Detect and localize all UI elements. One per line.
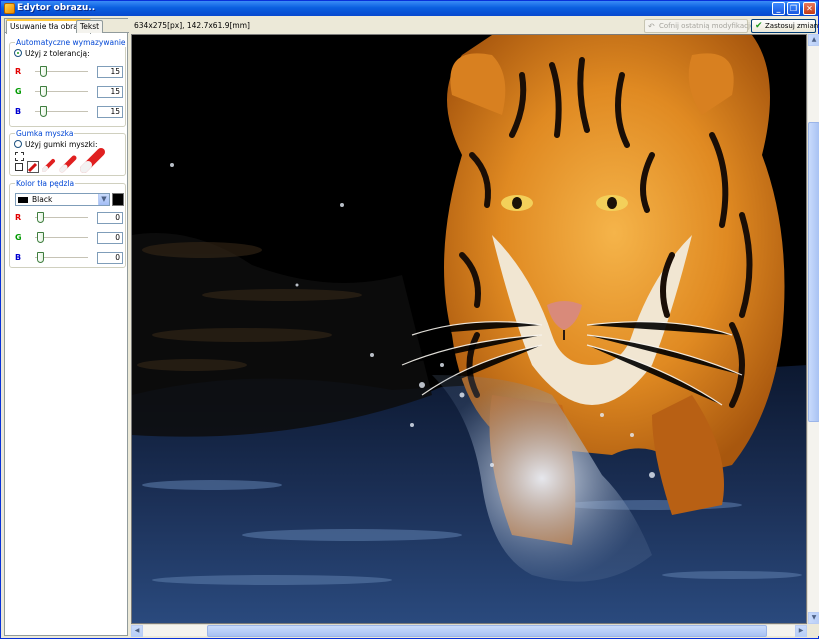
brush-g-slider[interactable] (37, 232, 44, 243)
scroll-up-icon[interactable]: ▲ (808, 34, 819, 46)
tolerance-b-input[interactable]: 15 (97, 106, 123, 118)
brush-b-slider[interactable] (37, 252, 44, 263)
tiger-image (132, 35, 806, 623)
tolerance-g-slider[interactable] (39, 86, 47, 97)
brush-channel-g-label: G (15, 233, 22, 242)
image-canvas[interactable] (131, 34, 807, 624)
undo-icon: ↶ (648, 22, 655, 31)
brush-r-input[interactable]: 0 (97, 212, 123, 224)
horizontal-scrollbar[interactable]: ◀ ▶ (131, 624, 807, 637)
title-bar[interactable]: Edytor obrazu.. _ ❐ ✕ (1, 1, 818, 16)
undo-button-label: Cofnij ostatnią modyfikację (659, 22, 755, 30)
image-size-info: 634x275[px], 142.7x61.9[mm] (134, 21, 250, 30)
brush-color-title: Kolor tła pędzla (15, 179, 76, 188)
tab-text[interactable]: Tekst (76, 20, 104, 33)
undo-button[interactable]: ↶ Cofnij ostatnią modyfikację (644, 19, 754, 33)
chevron-down-icon[interactable]: ▼ (98, 194, 109, 205)
checkmark-icon: ✔ (755, 21, 763, 31)
horizontal-scroll-thumb[interactable] (207, 625, 767, 637)
mouse-eraser-title: Gumka myszka (15, 129, 75, 138)
select-rect-icon[interactable] (15, 152, 24, 161)
tolerance-b-slider[interactable] (39, 106, 47, 117)
mouse-eraser-radio[interactable] (14, 140, 22, 148)
brush-color-swatch (18, 197, 28, 203)
tolerance-radio-label: Użyj z tolerancją: (25, 49, 90, 58)
brush-channel-r-label: R (15, 213, 22, 222)
tool-panel: Usuwanie tła obrazu Tekst Automatyczne w… (4, 18, 129, 636)
channel-b-label: B (15, 107, 22, 116)
scroll-right-icon[interactable]: ▶ (795, 625, 807, 637)
mouse-eraser-group: Gumka myszka Użyj gumki myszki: (9, 129, 126, 176)
eraser-small-icon[interactable] (27, 161, 39, 173)
size-grip[interactable] (807, 624, 819, 636)
brush-color-preview[interactable] (112, 193, 124, 206)
brush-color-group: Kolor tła pędzla Black ▼ R 0 G 0 B 0 (9, 179, 126, 268)
app-icon (4, 3, 15, 14)
scroll-left-icon[interactable]: ◀ (131, 625, 143, 637)
editor-window: Edytor obrazu.. _ ❐ ✕ Usuwanie tła obraz… (0, 0, 819, 639)
eraser-large-icon[interactable] (59, 155, 77, 173)
eraser-medium-icon[interactable] (42, 158, 56, 172)
maximize-button[interactable]: ❐ (787, 2, 800, 15)
close-button[interactable]: ✕ (803, 2, 816, 15)
brush-b-input[interactable]: 0 (97, 252, 123, 264)
brush-r-slider[interactable] (37, 212, 44, 223)
tab-strip: Usuwanie tła obrazu Tekst (5, 19, 129, 34)
select-square-icon[interactable] (15, 163, 23, 171)
eraser-xlarge-icon[interactable] (80, 148, 106, 174)
tolerance-g-input[interactable]: 15 (97, 86, 123, 98)
tolerance-radio[interactable] (14, 49, 22, 57)
brush-color-select[interactable]: Black ▼ (15, 193, 110, 206)
window-title: Edytor obrazu.. (17, 3, 96, 13)
apply-button-label: Zastosuj zmiany (765, 22, 819, 30)
channel-g-label: G (15, 87, 22, 96)
apply-button[interactable]: ✔ Zastosuj zmiany (751, 19, 819, 33)
brush-g-input[interactable]: 0 (97, 232, 123, 244)
vertical-scrollbar[interactable]: ▲ ▼ (807, 34, 819, 624)
brush-channel-b-label: B (15, 253, 22, 262)
tolerance-r-input[interactable]: 15 (97, 66, 123, 78)
auto-erase-title: Automatyczne wymazywanie (15, 38, 127, 47)
vertical-scroll-thumb[interactable] (808, 122, 819, 422)
minimize-button[interactable]: _ (772, 2, 785, 15)
tolerance-r-slider[interactable] (39, 66, 47, 77)
brush-color-selected: Black (32, 195, 53, 204)
channel-r-label: R (15, 67, 22, 76)
scroll-down-icon[interactable]: ▼ (808, 612, 819, 624)
auto-erase-group: Automatyczne wymazywanie Użyj z toleranc… (9, 38, 127, 127)
